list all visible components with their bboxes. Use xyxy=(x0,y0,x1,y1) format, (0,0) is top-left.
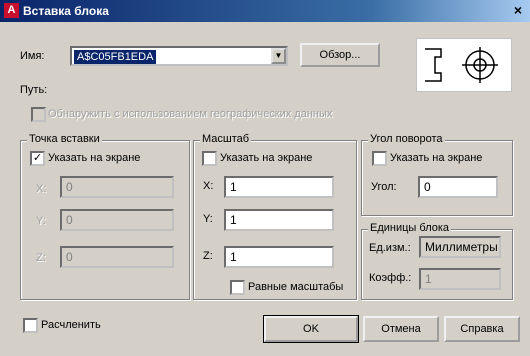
scale-specify-label: Указать на экране xyxy=(220,152,313,164)
block-preview xyxy=(416,38,512,92)
scale-y-field[interactable]: 1 xyxy=(224,209,334,231)
insertion-specify-label: Указать на экране xyxy=(48,152,141,164)
unit-value: Миллиметры xyxy=(419,236,501,258)
insert-block-dialog: A Вставка блока × Имя: A$C05FB1EDA ▼ Обз… xyxy=(0,0,530,356)
insertion-point-caption: Точка вставки xyxy=(27,133,102,145)
uniform-scale-label: Равные масштабы xyxy=(248,281,344,293)
rotation-angle-label: Угол: xyxy=(371,181,397,193)
name-label: Имя: xyxy=(20,50,45,62)
help-button[interactable]: Справка xyxy=(444,316,520,342)
unit-label: Ед.изм.: xyxy=(369,242,411,254)
block-name-value: A$C05FB1EDA xyxy=(74,50,157,64)
scale-specify-checkbox[interactable] xyxy=(202,151,217,166)
geo-data-label: Обнаружить с использованием географическ… xyxy=(48,108,333,120)
block-preview-icon xyxy=(425,47,498,83)
dialog-title: Вставка блока xyxy=(23,4,109,18)
factor-value: 1 xyxy=(419,268,501,290)
scale-z-field[interactable]: 1 xyxy=(224,246,334,268)
rotation-angle-field[interactable]: 0 xyxy=(418,176,498,198)
block-units-caption: Единицы блока xyxy=(368,222,452,234)
rotation-caption: Угол поворота xyxy=(368,133,445,145)
path-label: Путь: xyxy=(20,84,48,96)
explode-label: Расчленить xyxy=(41,319,101,331)
geo-data-checkbox xyxy=(31,107,46,122)
insertion-x-label: X: xyxy=(36,183,47,195)
ok-button[interactable]: OK xyxy=(263,315,359,343)
insertion-y-field: 0 xyxy=(60,209,174,231)
insertion-y-label: Y: xyxy=(36,215,46,227)
close-icon[interactable]: × xyxy=(510,2,526,18)
scale-x-label: X: xyxy=(203,180,214,192)
insertion-z-field: 0 xyxy=(60,246,174,268)
chevron-down-icon[interactable]: ▼ xyxy=(271,48,286,64)
cancel-button[interactable]: Отмена xyxy=(363,316,439,342)
rotation-specify-label: Указать на экране xyxy=(390,152,483,164)
uniform-scale-checkbox[interactable] xyxy=(230,280,245,295)
explode-checkbox[interactable] xyxy=(23,318,38,333)
browse-button[interactable]: Обзор... xyxy=(300,43,380,67)
scale-y-label: Y: xyxy=(203,213,213,225)
rotation-specify-checkbox[interactable] xyxy=(372,151,387,166)
block-name-combobox[interactable]: A$C05FB1EDA ▼ xyxy=(70,46,288,66)
scale-caption: Масштаб xyxy=(200,133,252,145)
insertion-z-label: Z: xyxy=(36,252,46,264)
factor-label: Коэфф.: xyxy=(369,272,412,284)
insertion-x-field: 0 xyxy=(60,176,174,198)
scale-x-field[interactable]: 1 xyxy=(224,176,334,198)
insertion-specify-checkbox[interactable]: ✓ xyxy=(30,151,45,166)
autocad-app-icon: A xyxy=(4,3,19,18)
scale-z-label: Z: xyxy=(203,250,213,262)
title-bar: A Вставка блока × xyxy=(0,0,530,22)
